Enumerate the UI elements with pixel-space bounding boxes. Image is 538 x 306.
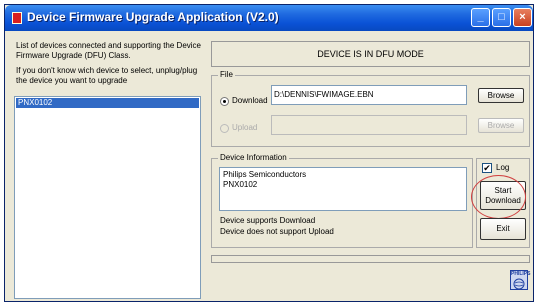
- progress-bar: [211, 255, 530, 263]
- device-information-label: Device Information: [218, 152, 289, 164]
- philips-shield-icon: PHILIPS: [510, 270, 531, 290]
- download-radio[interactable]: [220, 97, 229, 106]
- app-icon: [12, 12, 22, 24]
- file-group-label: File: [218, 69, 235, 81]
- instruction-unplug: If you don't know wich device to select,…: [16, 66, 198, 85]
- philips-shield-emblem: [513, 278, 525, 290]
- maximize-icon: □: [498, 11, 505, 23]
- device-information-box: Philips Semiconductors PNX0102: [219, 167, 467, 211]
- device-list-instructions: List of devices connected and supporting…: [16, 41, 202, 91]
- minimize-icon: _: [477, 11, 484, 23]
- maximize-button[interactable]: □: [492, 8, 511, 27]
- download-browse-button[interactable]: Browse: [478, 88, 524, 103]
- upload-label: Upload: [232, 123, 258, 132]
- start-download-label-line1: Start: [494, 186, 512, 195]
- log-checkbox[interactable]: ✔: [482, 163, 492, 173]
- upload-path-field[interactable]: [271, 115, 467, 135]
- dfu-mode-status: DEVICE IS IN DFU MODE: [211, 41, 530, 67]
- checkmark-icon: ✔: [483, 163, 491, 173]
- window-title: Device Firmware Upgrade Application (V2.…: [27, 10, 279, 24]
- title-bar[interactable]: Device Firmware Upgrade Application (V2.…: [5, 5, 533, 31]
- exit-button[interactable]: Exit: [480, 218, 526, 240]
- upload-radio[interactable]: [220, 124, 229, 133]
- start-download-label-line2: Download: [485, 196, 521, 205]
- upload-support-status: Device does not support Upload: [220, 227, 334, 236]
- close-icon: ×: [519, 11, 526, 23]
- dfu-window: Device Firmware Upgrade Application (V2.…: [4, 4, 534, 302]
- start-download-button[interactable]: Start Download: [480, 181, 526, 210]
- close-button[interactable]: ×: [513, 8, 532, 27]
- instruction-dfu-class: List of devices connected and supporting…: [16, 41, 202, 60]
- upload-browse-button[interactable]: Browse: [478, 118, 524, 133]
- download-path-field[interactable]: D:\DENNIS\FWIMAGE.EBN: [271, 85, 467, 105]
- device-product: PNX0102: [223, 180, 258, 189]
- device-list[interactable]: PNX0102: [14, 96, 201, 299]
- log-label: Log: [496, 163, 510, 172]
- philips-logo-text: PHILIPS: [511, 271, 531, 277]
- download-label: Download: [232, 96, 268, 105]
- device-manufacturer: Philips Semiconductors: [223, 170, 307, 179]
- device-list-item[interactable]: PNX0102: [16, 98, 199, 108]
- download-support-status: Device supports Download: [220, 216, 316, 225]
- minimize-button[interactable]: _: [471, 8, 490, 27]
